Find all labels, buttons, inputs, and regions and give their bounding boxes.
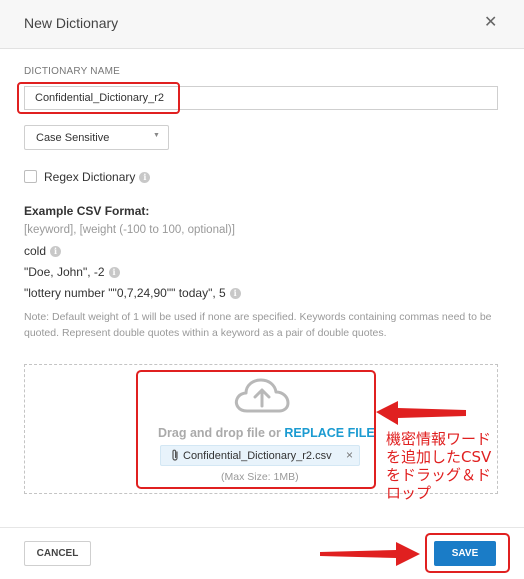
case-select-value: Case Sensitive xyxy=(36,132,110,144)
case-sensitivity-select[interactable]: Case Sensitive ▼ xyxy=(24,125,169,150)
replace-file-link[interactable]: REPLACE FILE xyxy=(284,426,374,440)
cancel-button[interactable]: CANCEL xyxy=(24,541,91,566)
remove-file-icon[interactable]: × xyxy=(346,448,353,462)
uploaded-file-chip: Confidential_Dictionary_r2.csv × xyxy=(160,445,360,466)
csv-note: Note: Default weight of 1 will be used i… xyxy=(24,311,492,339)
annotation-arrow-left xyxy=(376,401,466,425)
cloud-upload-icon xyxy=(234,378,290,413)
annotation-text: 機密情報ワード を追加したCSV をドラッグ＆ド ロップ xyxy=(386,430,520,502)
regex-checkbox[interactable] xyxy=(24,170,37,183)
close-icon[interactable]: ✕ xyxy=(484,12,497,32)
info-icon[interactable]: i xyxy=(108,267,120,279)
csv-format-hint: [keyword], [weight (-100 to 100, optiona… xyxy=(24,224,235,236)
footer-divider xyxy=(0,527,524,528)
drag-drop-text: Drag and drop file or REPLACE FILE xyxy=(158,426,375,440)
info-icon[interactable]: i xyxy=(229,288,241,300)
info-icon[interactable]: i xyxy=(50,246,62,258)
csv-example-line: cold i xyxy=(24,244,62,258)
chevron-down-icon: ▼ xyxy=(153,132,160,139)
annotation-line: ロップ xyxy=(386,484,432,502)
max-size-text: (Max Size: 1MB) xyxy=(221,471,299,483)
csv-example-line: "Doe, John", -2 i xyxy=(24,265,120,279)
regex-label: Regex Dictionary i xyxy=(44,170,151,184)
dictionary-name-label: DICTIONARY NAME xyxy=(24,66,120,77)
annotation-line: 機密情報ワード xyxy=(386,430,492,448)
dialog-title: New Dictionary xyxy=(24,15,119,31)
save-button[interactable]: SAVE xyxy=(434,541,496,566)
paperclip-icon xyxy=(171,449,179,464)
annotation-line: を追加したCSV xyxy=(386,448,492,466)
info-icon[interactable]: i xyxy=(139,172,151,184)
annotation-line: をドラッグ＆ド xyxy=(386,466,492,484)
dictionary-name-input[interactable] xyxy=(24,86,498,110)
uploaded-file-name: Confidential_Dictionary_r2.csv xyxy=(183,450,332,462)
csv-format-title: Example CSV Format: xyxy=(24,204,150,218)
annotation-arrow-right xyxy=(320,542,420,566)
csv-example-line: "lottery number ""0,7,24,90"" today", 5i xyxy=(24,286,241,300)
dialog-header: New Dictionary ✕ xyxy=(0,0,524,49)
